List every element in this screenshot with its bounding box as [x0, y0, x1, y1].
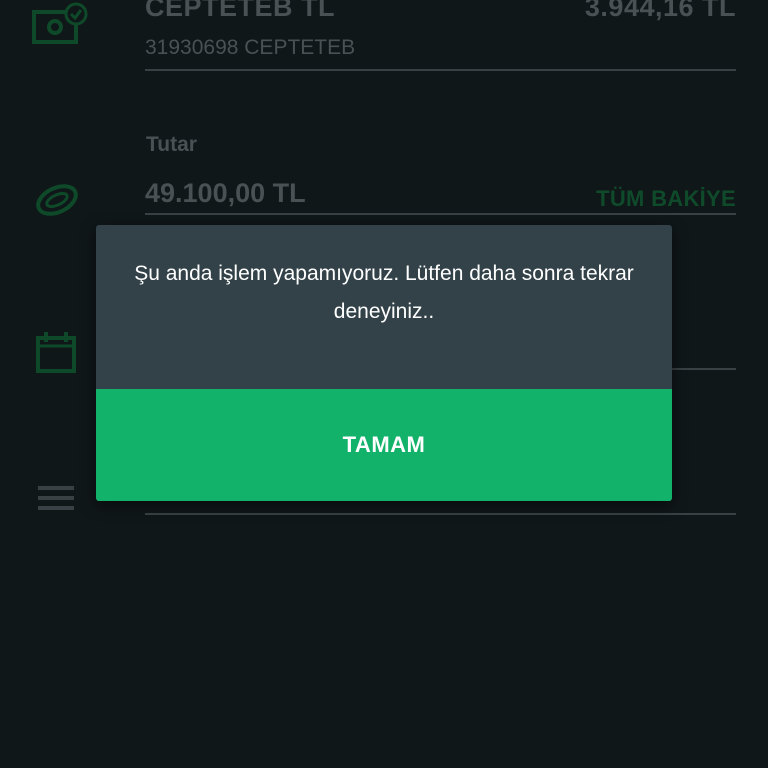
error-dialog: Şu anda işlem yapamıyoruz. Lütfen daha s… — [96, 225, 672, 501]
dialog-message: Şu anda işlem yapamıyoruz. Lütfen daha s… — [134, 262, 634, 323]
account-balance: 3.944,16 TL — [584, 0, 736, 22]
account-name: CEPTETEB TL — [145, 0, 336, 22]
all-balance-button[interactable]: TÜM BAKİYE — [596, 186, 736, 212]
amount-label: Tutar — [146, 133, 197, 156]
menu-lines-icon — [38, 485, 76, 513]
transfer-screen: CEPTETEB TL 3.944,16 TL 31930698 CEPTETE… — [0, 0, 768, 768]
ok-button[interactable]: TAMAM — [96, 389, 672, 501]
coin-icon — [34, 180, 80, 220]
divider — [145, 213, 736, 215]
amount-input[interactable]: 49.100,00 TL — [145, 178, 306, 209]
account-number: 31930698 CEPTETEB — [145, 36, 356, 59]
divider — [145, 513, 736, 515]
divider — [145, 69, 736, 71]
calendar-icon — [36, 330, 78, 374]
money-check-icon — [32, 2, 90, 46]
